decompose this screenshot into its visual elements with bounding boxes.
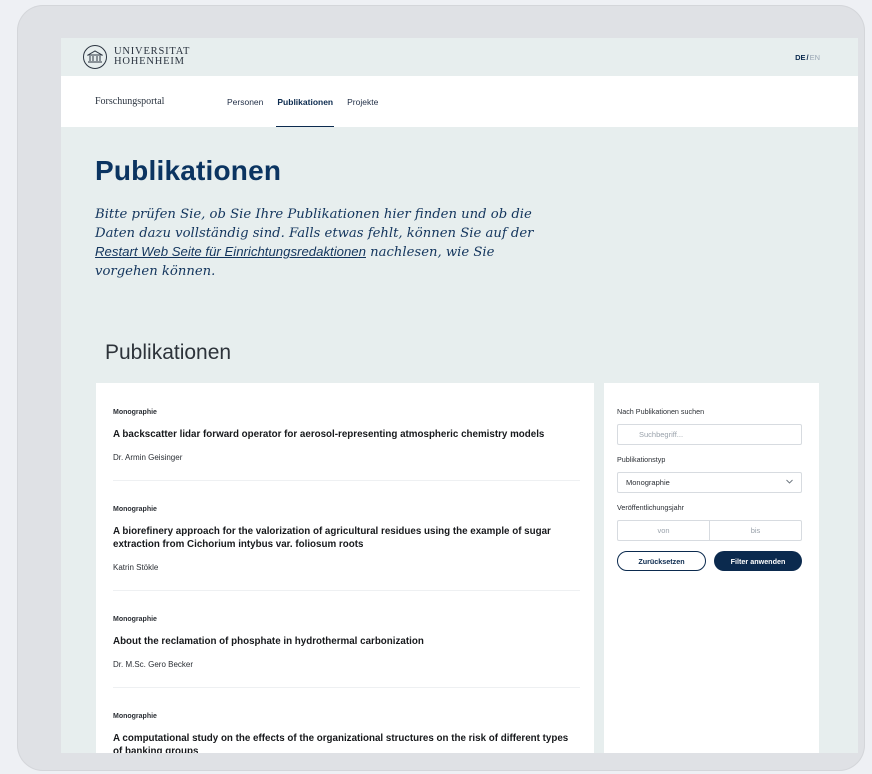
intro-text-start: Bitte prüfen Sie, ob Sie Ihre Publikatio… <box>95 207 534 241</box>
portal-home-link[interactable]: Forschungsportal <box>95 96 164 107</box>
publication-author[interactable]: Dr. M.Sc. Gero Becker <box>113 660 580 669</box>
publication-type: Monographie <box>113 713 157 720</box>
publication-title[interactable]: A computational study on the effects of … <box>113 732 580 753</box>
list-item[interactable]: Monographie A backscatter lidar forward … <box>113 383 580 481</box>
lang-separator: / <box>806 52 809 62</box>
hero-section: Publikationen Bitte prüfen Sie, ob Sie I… <box>61 127 858 281</box>
list-item[interactable]: Monographie A computational study on the… <box>113 688 580 753</box>
publication-type: Monographie <box>113 409 157 416</box>
list-item[interactable]: Monographie A biorefinery approach for t… <box>113 481 580 591</box>
lang-de-link[interactable]: DE <box>795 53 805 62</box>
intro-text: Bitte prüfen Sie, ob Sie Ihre Publikatio… <box>95 206 555 281</box>
year-to-input[interactable]: bis <box>709 521 801 540</box>
reset-button[interactable]: Zurücksetzen <box>617 551 706 571</box>
publication-title[interactable]: About the reclamation of phosphate in hy… <box>113 635 580 648</box>
filter-panel: Nach Publikationen suchen Suchbegriff...… <box>604 383 819 753</box>
lang-en-link[interactable]: EN <box>810 53 820 62</box>
chevron-down-icon <box>786 479 793 486</box>
publication-list: Monographie A backscatter lidar forward … <box>96 383 594 753</box>
publication-author[interactable]: Katrin Stökle <box>113 563 580 572</box>
logo-line-2: HOHENHEIM <box>114 56 185 67</box>
university-name: UNIVERSITAT HOHENHEIM <box>114 46 190 67</box>
list-item[interactable]: Monographie About the reclamation of pho… <box>113 591 580 688</box>
apply-filter-button[interactable]: Filter anwenden <box>714 551 802 571</box>
publication-author[interactable]: Dr. Armin Geisinger <box>113 453 580 462</box>
publication-title[interactable]: A backscatter lidar forward operator for… <box>113 428 580 441</box>
language-switcher: DE/EN <box>795 53 820 62</box>
search-input[interactable]: Suchbegriff... <box>617 424 802 445</box>
main-navigation: Forschungsportal Personen Publikationen … <box>61 76 858 127</box>
tab-publikationen[interactable]: Publikationen <box>270 76 340 127</box>
publication-type-value: Monographie <box>626 478 670 487</box>
tab-personen[interactable]: Personen <box>220 76 270 127</box>
year-label: Veröffentlichungsjahr <box>617 503 684 512</box>
device-frame: UNIVERSITAT HOHENHEIM DE/EN Forschungspo… <box>17 5 865 771</box>
publication-type-label: Publikationstyp <box>617 455 666 464</box>
year-range: von bis <box>617 520 802 541</box>
section-title: Publikationen <box>105 341 232 364</box>
university-seal-icon <box>83 45 107 69</box>
publication-type: Monographie <box>113 616 157 623</box>
publication-type-select[interactable]: Monographie <box>617 472 802 493</box>
nav-tabs: Personen Publikationen Projekte <box>220 76 385 127</box>
browser-viewport: UNIVERSITAT HOHENHEIM DE/EN Forschungspo… <box>61 38 858 753</box>
restart-help-link[interactable]: Restart Web Seite für Einrichtungsredakt… <box>95 244 366 259</box>
publication-title[interactable]: A biorefinery approach for the valorizat… <box>113 525 580 551</box>
search-label: Nach Publikationen suchen <box>617 407 705 416</box>
publication-type: Monographie <box>113 506 157 513</box>
university-bar: UNIVERSITAT HOHENHEIM DE/EN <box>61 38 858 76</box>
year-from-input[interactable]: von <box>618 521 709 540</box>
university-logo[interactable]: UNIVERSITAT HOHENHEIM <box>83 45 190 69</box>
page-title: Publikationen <box>95 155 282 186</box>
tab-projekte[interactable]: Projekte <box>340 76 385 127</box>
filter-actions: Zurücksetzen Filter anwenden <box>617 551 802 571</box>
